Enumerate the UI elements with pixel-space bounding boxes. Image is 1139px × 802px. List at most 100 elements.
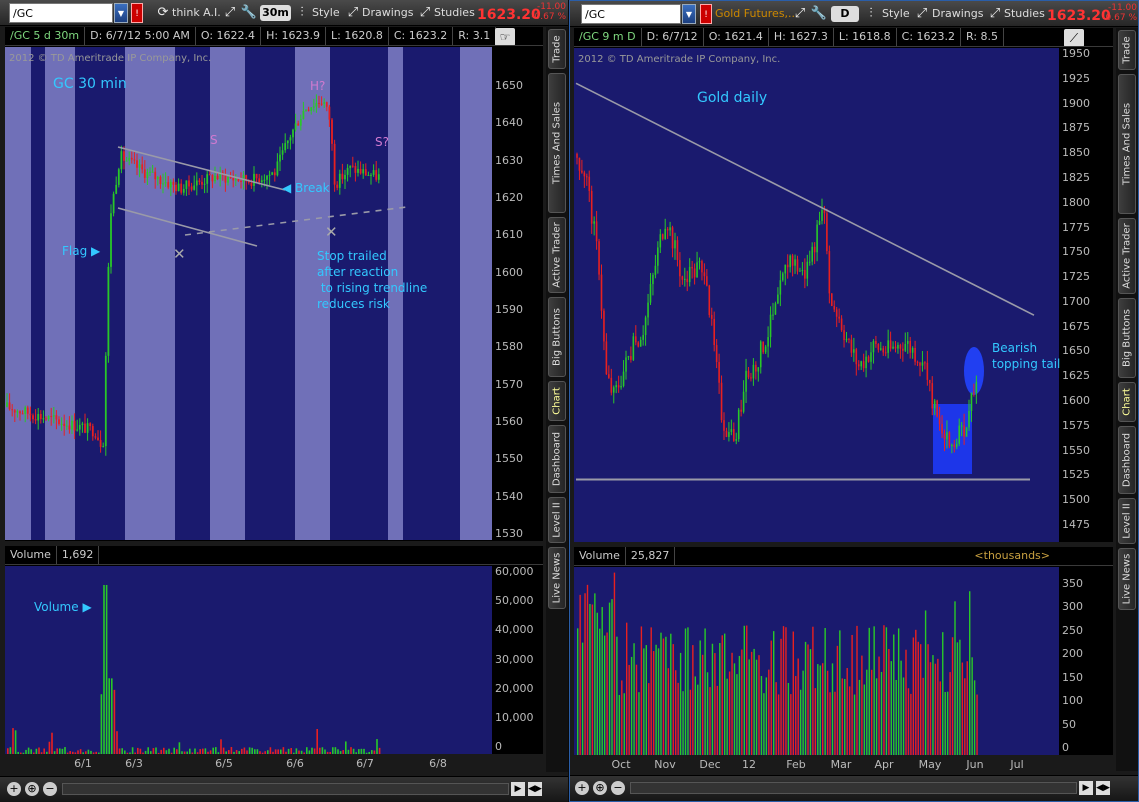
- symbol-dropdown-button[interactable]: ▼: [114, 3, 128, 23]
- volume-bar: [971, 657, 973, 755]
- candle-body: [688, 266, 691, 283]
- scroll-right-icon[interactable]: ▶: [1079, 781, 1093, 795]
- candle-body: [206, 174, 209, 184]
- volume-bar: [689, 689, 692, 755]
- side-tab-times-and-sales[interactable]: Times And Sales: [548, 73, 566, 213]
- candle-body: [234, 178, 237, 181]
- zoom-in-icon[interactable]: +: [575, 781, 589, 795]
- volume-bar: [64, 747, 66, 754]
- volume-bar: [181, 751, 183, 754]
- studies-menu[interactable]: Studies: [434, 3, 475, 23]
- period-button[interactable]: 30m: [260, 5, 291, 21]
- volume-header: Volume 1,692: [5, 546, 543, 565]
- side-tab-active-trader[interactable]: Active Trader: [1118, 218, 1136, 294]
- volume-plot[interactable]: [5, 566, 492, 754]
- candle-body: [659, 234, 662, 248]
- side-tab-dashboard[interactable]: Dashboard: [1118, 426, 1136, 494]
- side-tab-dashboard[interactable]: Dashboard: [548, 425, 566, 493]
- volume-bar: [584, 593, 586, 755]
- side-tab-level-ii[interactable]: Level II: [1118, 498, 1136, 544]
- candle-body: [639, 339, 642, 347]
- refresh-icon[interactable]: ⟳: [155, 3, 171, 23]
- period-button[interactable]: D: [831, 6, 859, 22]
- horizontal-scrollbar[interactable]: [62, 783, 509, 795]
- magnifier-icon[interactable]: ⊕: [25, 782, 39, 796]
- candle-body: [78, 424, 81, 430]
- axis-tick-label: 40,000: [495, 623, 534, 637]
- axis-tick-label: 350: [1062, 577, 1083, 590]
- symbol-input[interactable]: /GC: [9, 3, 113, 23]
- side-tab-big-buttons[interactable]: Big Buttons: [548, 297, 566, 377]
- drawing-tool-icon[interactable]: ⤢: [791, 4, 809, 24]
- zoom-in-icon[interactable]: +: [7, 782, 21, 796]
- axis-tick-label: 1775: [1062, 220, 1090, 234]
- volume-bar: [352, 748, 355, 754]
- volume-bar: [675, 670, 677, 755]
- style-menu[interactable]: Style: [882, 4, 910, 24]
- volume-bar: [144, 750, 147, 754]
- candle-body: [240, 181, 242, 183]
- side-tab-live-news[interactable]: Live News: [1118, 548, 1136, 610]
- studies-menu[interactable]: Studies: [1004, 4, 1045, 24]
- volume-bar: [645, 645, 647, 755]
- horizontal-scrollbar[interactable]: [630, 782, 1077, 794]
- style-menu[interactable]: Style: [312, 3, 340, 23]
- candle-body: [258, 178, 261, 183]
- volume-bar: [345, 741, 347, 754]
- volume-bar: [287, 748, 290, 754]
- symbol-dropdown-button[interactable]: ▼: [682, 4, 696, 24]
- volume-bar: [254, 749, 256, 754]
- side-tab-label: Trade: [1121, 36, 1133, 64]
- volume-bar: [274, 749, 277, 754]
- bottom-highlight-box: [933, 404, 972, 474]
- scroll-right-icon[interactable]: ▶: [511, 782, 525, 796]
- volume-bar: [241, 748, 243, 754]
- side-tab-label: Times And Sales: [1121, 102, 1133, 186]
- hand-icon[interactable]: ☞: [495, 28, 515, 45]
- volume-bar: [650, 627, 652, 755]
- side-tab-big-buttons[interactable]: Big Buttons: [1118, 298, 1136, 378]
- volume-bar: [579, 594, 581, 755]
- volume-bar: [922, 677, 924, 755]
- symbol-input[interactable]: /GC: [581, 4, 681, 24]
- candle-body: [708, 285, 711, 315]
- side-tab-chart[interactable]: Chart: [1118, 382, 1136, 422]
- candle-body: [965, 427, 968, 437]
- magnifier-icon[interactable]: ⊕: [593, 781, 607, 795]
- side-tab-active-trader[interactable]: Active Trader: [548, 217, 566, 293]
- side-tab-times-and-sales[interactable]: Times And Sales: [1118, 74, 1136, 214]
- drawings-menu[interactable]: Drawings: [932, 4, 983, 24]
- volume-bar: [228, 750, 230, 754]
- axis-tick-label: 1650: [495, 79, 523, 92]
- price-plot[interactable]: [574, 48, 1059, 542]
- axis-tick-label: 1575: [1062, 418, 1090, 432]
- volume-bar: [577, 628, 579, 755]
- drawings-menu[interactable]: Drawings: [362, 3, 413, 23]
- volume-bar: [746, 625, 748, 755]
- side-tab-live-news[interactable]: Live News: [548, 547, 566, 609]
- study-name[interactable]: think A.I.: [172, 3, 221, 23]
- candle-body: [328, 106, 331, 120]
- side-tab-level-ii[interactable]: Level II: [548, 497, 566, 543]
- volume-plot[interactable]: [574, 567, 1059, 755]
- zoom-out-icon[interactable]: −: [611, 781, 625, 795]
- chart-window-right: /GC ▼ ! Gold Futures,... ⤢ 🔧 D ⫶ Style ⤢…: [569, 0, 1139, 802]
- expand-icon[interactable]: ◀▶: [528, 782, 542, 796]
- candle-body: [336, 184, 339, 188]
- candle-body: [691, 266, 693, 269]
- side-tab-chart[interactable]: Chart: [548, 381, 566, 421]
- alert-icon[interactable]: !: [700, 4, 712, 24]
- wrench-icon[interactable]: 🔧: [240, 3, 258, 23]
- candle-body: [730, 429, 733, 433]
- side-tab-trade[interactable]: Trade: [548, 29, 566, 69]
- volume-bar: [300, 750, 303, 754]
- candle-body: [870, 352, 872, 362]
- chart-settings-icon[interactable]: ⟋: [1064, 29, 1084, 46]
- drawing-tool-icon[interactable]: ⤢: [221, 3, 239, 23]
- side-tab-trade[interactable]: Trade: [1118, 30, 1136, 70]
- alert-icon[interactable]: !: [131, 3, 143, 23]
- wrench-icon[interactable]: 🔧: [810, 4, 828, 24]
- zoom-out-icon[interactable]: −: [43, 782, 57, 796]
- volume-bar: [780, 638, 782, 755]
- expand-icon[interactable]: ◀▶: [1096, 781, 1110, 795]
